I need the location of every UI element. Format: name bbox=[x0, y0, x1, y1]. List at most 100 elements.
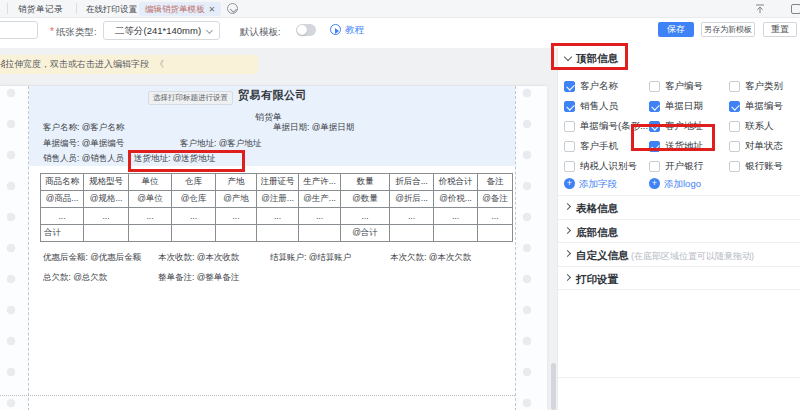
table-cell[interactable]: 合计 bbox=[41, 225, 84, 242]
checkbox-item[interactable]: 开户银行 bbox=[649, 156, 729, 176]
reset-button[interactable]: 重置 bbox=[763, 22, 797, 37]
table-cell[interactable]: @合计 bbox=[341, 225, 390, 242]
table-header-cell[interactable]: 注册证号 bbox=[257, 174, 299, 191]
field-salesperson[interactable]: 销售人员: @销售人员 bbox=[43, 153, 124, 164]
section-打印设置[interactable]: 打印设置 bbox=[558, 266, 800, 290]
table-header-cell[interactable]: 生产许... bbox=[299, 174, 341, 191]
checkbox-unchecked-icon[interactable] bbox=[729, 141, 740, 152]
table-cell[interactable] bbox=[84, 225, 129, 242]
table-cell[interactable]: ... bbox=[478, 208, 513, 225]
field-discounted-amount[interactable]: 优惠后金额: @优惠后金额 bbox=[43, 252, 141, 263]
checkbox-unchecked-icon[interactable] bbox=[564, 141, 575, 152]
field-total-debt[interactable]: 总欠款: @总欠款 bbox=[43, 272, 107, 283]
table-cell[interactable]: ... bbox=[299, 208, 341, 225]
checkbox-item[interactable]: 纳税人识别号 bbox=[564, 156, 649, 176]
table-cell[interactable] bbox=[434, 225, 478, 242]
checkbox-checked-icon[interactable] bbox=[649, 121, 660, 132]
table-cell[interactable]: ... bbox=[390, 208, 434, 225]
add-logo-link[interactable]: +添加logo bbox=[649, 177, 729, 191]
table-header-cell[interactable]: 备注 bbox=[478, 174, 513, 191]
table-cell[interactable]: @价税... bbox=[434, 191, 478, 208]
table-cell[interactable]: @单位 bbox=[129, 191, 172, 208]
checkbox-checked-icon[interactable] bbox=[649, 101, 660, 112]
table-cell[interactable]: ... bbox=[172, 208, 216, 225]
field-delivery-address[interactable]: 送货地址: @送货地址 bbox=[134, 153, 215, 164]
tab-list-dropdown-icon[interactable] bbox=[227, 3, 238, 14]
checkbox-item[interactable]: 对单状态 bbox=[729, 136, 798, 156]
table-cell[interactable]: @商品... bbox=[41, 191, 84, 208]
table-cell[interactable]: @折后... bbox=[390, 191, 434, 208]
section-底部信息[interactable]: 底部信息 bbox=[558, 219, 800, 243]
table-cell[interactable]: ... bbox=[84, 208, 129, 225]
table-cell[interactable]: @注册... bbox=[257, 191, 299, 208]
table-header-cell[interactable]: 商品名称 bbox=[41, 174, 84, 191]
table-header-cell[interactable]: 折后合... bbox=[390, 174, 434, 191]
table-cell[interactable]: ... bbox=[129, 208, 172, 225]
field-order-number[interactable]: 单据编号: @单据编号 bbox=[43, 138, 124, 149]
checkbox-checked-icon[interactable] bbox=[564, 101, 575, 112]
field-settlement-account[interactable]: 结算账户: @结算账户 bbox=[270, 252, 351, 263]
table-cell[interactable]: @仓库 bbox=[172, 191, 216, 208]
table-cell[interactable]: @生产... bbox=[299, 191, 341, 208]
checkbox-unchecked-icon[interactable] bbox=[729, 121, 740, 132]
table-cell[interactable]: @产地 bbox=[216, 191, 257, 208]
preview-table[interactable]: 商品名称规格型号单位仓库产地注册证号生产许...数量折后合...价税合计备注 @商… bbox=[40, 173, 513, 242]
tab-edit-sales-template[interactable]: 编辑销货单模板✕ bbox=[139, 2, 221, 16]
table-cell[interactable]: @备注 bbox=[478, 191, 513, 208]
checkbox-item[interactable]: 客户类别 bbox=[729, 76, 798, 96]
checkbox-unchecked-icon[interactable] bbox=[729, 81, 740, 92]
table-cell[interactable] bbox=[390, 225, 434, 242]
checkbox-item[interactable]: 客户名称 bbox=[564, 76, 649, 96]
checkbox-item[interactable]: 联系人 bbox=[729, 116, 798, 136]
field-current-debt[interactable]: 本次欠款: @本次欠款 bbox=[390, 252, 471, 263]
checkbox-item[interactable]: 银行账号 bbox=[729, 156, 798, 176]
table-cell[interactable] bbox=[478, 225, 513, 242]
close-tab-icon[interactable]: ✕ bbox=[209, 5, 216, 14]
table-header-cell[interactable]: 仓库 bbox=[172, 174, 216, 191]
checkbox-checked-icon[interactable] bbox=[649, 141, 660, 152]
checkbox-item[interactable]: 客户编号 bbox=[649, 76, 729, 96]
table-cell[interactable]: @规格... bbox=[84, 191, 129, 208]
checkbox-checked-icon[interactable] bbox=[729, 101, 740, 112]
table-cell[interactable]: ... bbox=[216, 208, 257, 225]
checkbox-item[interactable]: 客户手机 bbox=[564, 136, 649, 156]
table-cell[interactable]: ... bbox=[41, 208, 84, 225]
checkbox-item[interactable]: 单据日期 bbox=[649, 96, 729, 116]
collapse-tip-control[interactable]: 《 bbox=[155, 59, 164, 69]
canvas-scrollbar[interactable] bbox=[551, 363, 556, 410]
tab-online-print-settings[interactable]: 在线打印设置 bbox=[86, 0, 137, 18]
window-layout-icon[interactable] bbox=[791, 4, 800, 14]
checkbox-unchecked-icon[interactable] bbox=[649, 81, 660, 92]
table-cell[interactable] bbox=[257, 225, 299, 242]
checkbox-unchecked-icon[interactable] bbox=[564, 121, 575, 132]
table-header-cell[interactable]: 规格型号 bbox=[84, 174, 129, 191]
table-header-cell[interactable]: 产地 bbox=[216, 174, 257, 191]
checkbox-item[interactable]: 单据编号(条形... bbox=[564, 116, 649, 136]
add-field-link[interactable]: +添加字段 bbox=[564, 177, 644, 191]
checkbox-unchecked-icon[interactable] bbox=[649, 161, 660, 172]
table-cell[interactable]: @数量 bbox=[341, 191, 390, 208]
table-cell[interactable] bbox=[129, 225, 172, 242]
table-header-cell[interactable]: 价税合计 bbox=[434, 174, 478, 191]
checkbox-item[interactable]: 送货地址 bbox=[649, 136, 729, 156]
field-customer-name[interactable]: 客户名称: @客户名称 bbox=[43, 122, 124, 133]
paper-type-select[interactable]: 二等分(241*140mm) bbox=[103, 21, 220, 40]
table-header-cell[interactable]: 单位 bbox=[129, 174, 172, 191]
table-cell[interactable]: ... bbox=[341, 208, 390, 225]
save-button[interactable]: 保存 bbox=[658, 22, 694, 37]
table-header-cell[interactable]: 数量 bbox=[341, 174, 390, 191]
table-cell[interactable] bbox=[216, 225, 257, 242]
table-cell[interactable] bbox=[172, 225, 216, 242]
field-payment-received[interactable]: 本次收款: @本次收款 bbox=[158, 252, 239, 263]
checkbox-item[interactable]: 单据编号 bbox=[729, 96, 798, 116]
checkbox-item[interactable]: 销售人员 bbox=[564, 96, 649, 116]
template-name-input[interactable] bbox=[0, 21, 38, 39]
section-表格信息[interactable]: 表格信息 bbox=[558, 195, 800, 219]
table-cell[interactable]: ... bbox=[257, 208, 299, 225]
tab-sales-records[interactable]: 销货单记录 bbox=[18, 0, 63, 18]
field-order-date[interactable]: 单据日期: @单据日期 bbox=[273, 122, 354, 133]
default-template-toggle[interactable] bbox=[296, 24, 316, 36]
checkbox-unchecked-icon[interactable] bbox=[564, 161, 575, 172]
section-自定义信息[interactable]: 自定义信息 (在底部区域位置可以随意拖动) bbox=[558, 242, 800, 266]
checkbox-unchecked-icon[interactable] bbox=[729, 161, 740, 172]
